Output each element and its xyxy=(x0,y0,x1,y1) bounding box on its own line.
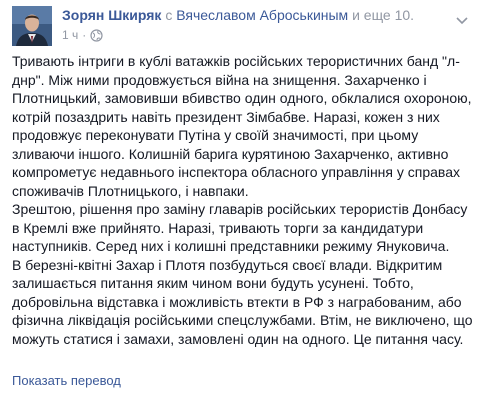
author-line: Зорян Шкиряк с Вячеславом Аброськиным и … xyxy=(62,6,442,24)
tagged-person-link[interactable]: Вячеславом Аброськиным xyxy=(176,7,348,23)
post-paragraph: В березні-квітні Захар і Плотя позбудуть… xyxy=(12,256,473,347)
chevron-down-icon[interactable] xyxy=(456,12,468,25)
post-timestamp[interactable]: 1 ч xyxy=(62,27,78,43)
post-header: Зорян Шкиряк с Вячеславом Аброськиным и … xyxy=(62,6,442,43)
tagged-others-link[interactable]: и еще 10. xyxy=(352,7,414,23)
author-avatar[interactable] xyxy=(12,6,52,46)
see-translation-link[interactable]: Показать перевод xyxy=(12,373,121,389)
meta-separator: · xyxy=(82,28,87,42)
with-prefix: с xyxy=(165,7,173,23)
avatar-photo xyxy=(12,6,52,46)
post-paragraph: Зрештою, рішення про заміну главарів рос… xyxy=(12,201,468,254)
globe-icon[interactable] xyxy=(90,28,103,42)
post-meta: 1 ч · xyxy=(62,27,442,43)
post-paragraph: Тривають інтриги в кублі ватажків російс… xyxy=(12,53,472,199)
post-card: Зорян Шкиряк с Вячеславом Аброськиным и … xyxy=(0,0,482,403)
post-body: Тривають інтриги в кублі ватажків російс… xyxy=(12,52,474,348)
author-name-link[interactable]: Зорян Шкиряк xyxy=(62,7,161,23)
